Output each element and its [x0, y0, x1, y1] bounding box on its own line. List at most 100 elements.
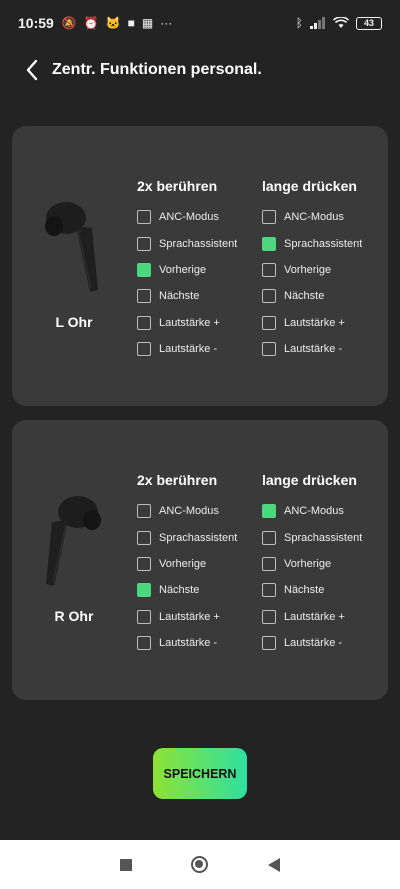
option-row[interactable]: Sprachassistent: [137, 230, 237, 256]
right-ear-card: R Ohr 2x berühren ANC-Modus Sprachassiste…: [12, 420, 388, 700]
option-label: Lautstärke -: [284, 343, 343, 356]
checkbox[interactable]: [137, 556, 151, 571]
checkbox[interactable]: [137, 530, 151, 545]
option-row[interactable]: Lautstärke +: [137, 310, 237, 336]
option-row[interactable]: Sprachassistent: [262, 524, 362, 550]
home-circle-icon[interactable]: [191, 856, 209, 873]
option-label: ANC-Modus: [159, 211, 219, 224]
option-label: ANC-Modus: [284, 211, 344, 224]
checkbox[interactable]: [262, 583, 276, 598]
right-ear-label: R Ohr: [54, 608, 94, 624]
left-ear-label: L Ohr: [55, 314, 93, 330]
left-earbud-image: [45, 202, 98, 292]
option-row[interactable]: Lautstärke -: [262, 336, 362, 362]
left-ear-card: L Ohr 2x berühren ANC-Modus Sprachassiste…: [12, 126, 388, 406]
checkbox[interactable]: [137, 504, 151, 519]
option-row[interactable]: Nächste: [137, 577, 237, 603]
option-label: Vorherige: [159, 557, 207, 570]
option-row[interactable]: ANC-Modus: [137, 498, 237, 524]
left-long-press-column: lange drücken ANC-Modus Sprachassistent Vo…: [262, 178, 362, 362]
checkbox[interactable]: [262, 636, 276, 651]
option-row[interactable]: Lautstärke -: [137, 336, 237, 362]
option-label: Nächste: [159, 290, 200, 303]
option-row[interactable]: Sprachassistent: [262, 230, 362, 256]
option-label: ANC-Modus: [159, 505, 219, 518]
signal-icon: [310, 17, 325, 29]
option-label: Lautstärke -: [159, 637, 218, 650]
checkbox-checked[interactable]: [262, 236, 276, 251]
option-row[interactable]: Lautstärke -: [262, 630, 362, 656]
option-row[interactable]: Nächste: [262, 283, 362, 309]
checkbox[interactable]: [262, 530, 276, 545]
wifi-icon: [333, 17, 349, 28]
more-notifications: ···: [160, 16, 173, 30]
right-long-press-column: lange drücken ANC-Modus Sprachassistent Vo…: [262, 472, 362, 656]
checkbox[interactable]: [137, 315, 151, 330]
grid-icon: ▦: [141, 16, 154, 30]
checkbox[interactable]: [137, 342, 151, 357]
checkbox-checked[interactable]: [137, 262, 151, 277]
back-button[interactable]: [20, 55, 44, 85]
left-double-tap-column: 2x berühren ANC-Modus Sprachassistent Vorh…: [137, 178, 237, 362]
checkbox[interactable]: [262, 342, 276, 357]
back-triangle-icon[interactable]: [268, 857, 281, 872]
bluetooth-icon: ᛒ: [295, 16, 303, 30]
option-row[interactable]: Vorherige: [137, 257, 237, 283]
checkbox-checked[interactable]: [262, 504, 276, 519]
save-button[interactable]: SPEICHERN: [153, 748, 247, 799]
option-row[interactable]: Lautstärke +: [137, 604, 237, 630]
option-label: Sprachassistent: [159, 531, 238, 544]
option-row[interactable]: Nächste: [262, 577, 362, 603]
column-title: lange drücken: [262, 178, 357, 194]
option-label: Lautstärke -: [159, 343, 218, 356]
option-row[interactable]: Lautstärke +: [262, 604, 362, 630]
system-nav-bar: [0, 840, 400, 889]
option-row[interactable]: ANC-Modus: [137, 204, 237, 230]
option-label: Vorherige: [284, 263, 332, 276]
option-row[interactable]: Vorherige: [262, 257, 362, 283]
option-label: Vorherige: [159, 263, 207, 276]
page-title: Zentr. Funktionen personal.: [52, 61, 262, 78]
option-row[interactable]: Vorherige: [137, 551, 237, 577]
checkbox[interactable]: [137, 636, 151, 651]
option-row[interactable]: Sprachassistent: [137, 524, 237, 550]
option-row[interactable]: Nächste: [137, 283, 237, 309]
column-title: 2x berühren: [137, 472, 218, 488]
option-label: Lautstärke +: [284, 610, 345, 623]
option-row[interactable]: ANC-Modus: [262, 498, 362, 524]
option-label: Nächste: [284, 290, 325, 303]
checkbox[interactable]: [262, 556, 276, 571]
checkbox[interactable]: [137, 210, 151, 225]
header: Zentr. Funktionen personal.: [0, 50, 400, 90]
option-row[interactable]: Lautstärke +: [262, 310, 362, 336]
option-row[interactable]: ANC-Modus: [262, 204, 362, 230]
option-label: Sprachassistent: [284, 237, 363, 250]
checkbox[interactable]: [262, 210, 276, 225]
option-label: Lautstärke +: [159, 316, 220, 329]
option-label: Nächste: [284, 584, 325, 597]
checkbox[interactable]: [137, 609, 151, 624]
option-row[interactable]: Vorherige: [262, 551, 362, 577]
option-label: ANC-Modus: [284, 505, 344, 518]
checkbox-checked[interactable]: [137, 583, 151, 598]
checkbox[interactable]: [137, 236, 151, 251]
option-label: Vorherige: [284, 557, 332, 570]
recents-square-icon[interactable]: [119, 858, 132, 871]
column-title: lange drücken: [262, 472, 357, 488]
checkbox[interactable]: [137, 289, 151, 304]
right-double-tap-column: 2x berühren ANC-Modus Sprachassistent Vorh…: [137, 472, 237, 656]
video-icon: ■: [127, 16, 135, 30]
status-time: 10:59: [18, 15, 54, 31]
status-bar: 10:59 🔕 ⏰ 🐱 ■ ▦ ··· ᛒ 43: [0, 0, 400, 46]
mute-notification-icon: 🔕: [61, 16, 77, 30]
option-label: Nächste: [159, 584, 200, 597]
checkbox[interactable]: [262, 609, 276, 624]
chevron-left-icon: [26, 59, 38, 81]
checkbox[interactable]: [262, 289, 276, 304]
option-label: Lautstärke -: [284, 637, 343, 650]
option-row[interactable]: Lautstärke -: [137, 630, 237, 656]
option-label: Sprachassistent: [159, 237, 238, 250]
checkbox[interactable]: [262, 262, 276, 277]
checkbox[interactable]: [262, 315, 276, 330]
battery-icon: 43: [356, 16, 382, 30]
